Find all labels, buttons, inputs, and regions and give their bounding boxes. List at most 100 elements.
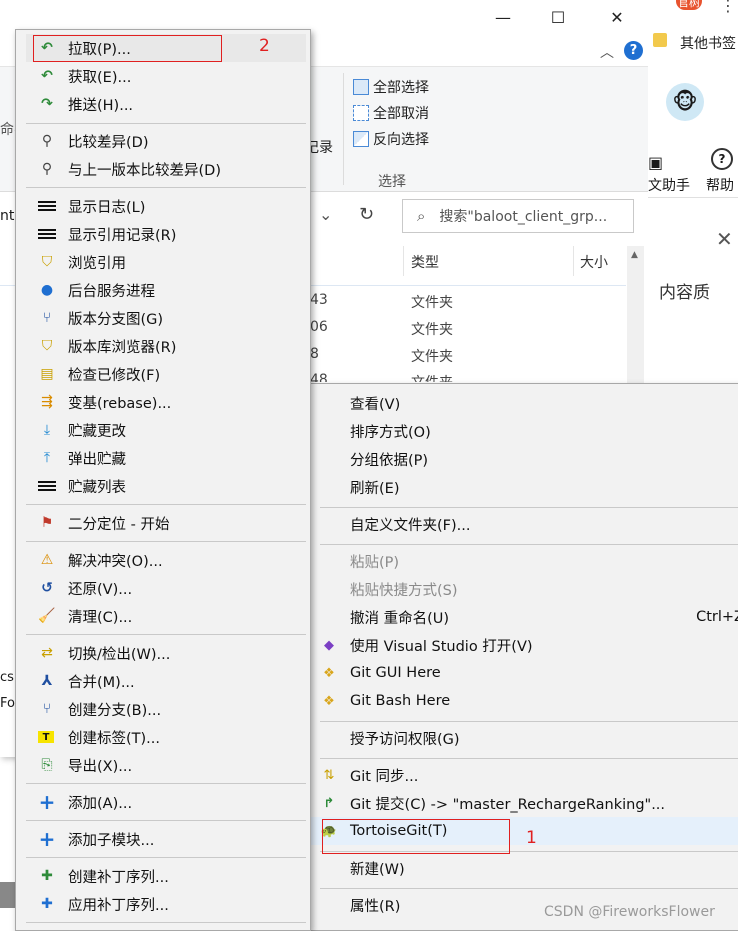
maximize-button[interactable]: ☐ <box>535 0 581 34</box>
file-row-3-name[interactable]: 48 <box>310 372 328 382</box>
menu-item-git-bash[interactable]: ❖ Git Bash Here <box>320 687 738 715</box>
menu-item-git-gui[interactable]: ❖ Git GUI Here <box>320 659 738 687</box>
annotation-box-2 <box>33 35 222 62</box>
collapse-ribbon-icon[interactable]: ︿ <box>600 42 614 62</box>
select-none-button[interactable]: 全部取消 <box>353 103 429 123</box>
menu-item-fetch[interactable]: ↶ 获取(E)... <box>26 62 306 90</box>
menu-item-stash-save[interactable]: ⤓ 贮藏更改 <box>26 416 306 444</box>
search-icon: ⌕ <box>417 207 426 225</box>
tortoisegit-submenu: ↶ 拉取(P)... ↶ 获取(E)... ↷ 推送(H)... ⚲ 比较差异(D) ⚲… <box>15 29 311 931</box>
address-partial: nt <box>0 208 15 224</box>
daemon-icon: ● <box>40 282 54 298</box>
file-row-0-name[interactable]: 43 <box>310 292 328 308</box>
menu-item-customize-folder[interactable]: 自定义文件夹(F)... <box>320 510 738 538</box>
menu-item-stash-list[interactable]: 贮藏列表 <box>26 472 306 500</box>
menu-item-create-tag[interactable]: T 创建标签(T)... <box>26 723 306 751</box>
close-button[interactable]: ✕ <box>594 0 640 34</box>
menu-item-bisect-start[interactable]: ⚑ 二分定位 - 开始 <box>26 509 306 537</box>
git-gui-icon: ❖ <box>323 665 335 681</box>
menu-item-revert[interactable]: ↺ 还原(V)... <box>26 574 306 602</box>
file-row-1-type: 文件夹 <box>411 322 453 338</box>
menu-item-switch-checkout[interactable]: ⇄ 切换/检出(W)... <box>26 639 306 667</box>
help-icon[interactable]: ? <box>624 41 643 60</box>
menu-item-push[interactable]: ↷ 推送(H)... <box>26 90 306 118</box>
file-row-1-name[interactable]: 06 <box>310 319 328 335</box>
menu-item-git-commit[interactable]: ↱ Git 提交(C) -> "master_RechargeRanking"..… <box>320 789 738 817</box>
menu-item-revision-graph[interactable]: ⑂ 版本分支图(G) <box>26 304 306 332</box>
menu-item-daemon[interactable]: ● 后台服务进程 <box>26 276 306 304</box>
menu-item-merge[interactable]: ⅄ 合并(M)... <box>26 667 306 695</box>
apply-patch-icon: ✚ <box>41 896 53 912</box>
menu-item-add-submodule[interactable]: + 添加子模块... <box>26 825 306 853</box>
rebase-icon: ⇶ <box>41 394 53 410</box>
diff-icon: ⚲ <box>41 133 53 149</box>
menu-item-create-branch[interactable]: ⑂ 创建分支(B)... <box>26 695 306 723</box>
watermark: CSDN @FireworksFlower <box>544 904 715 920</box>
menu-item-refresh[interactable]: 刷新(E) <box>320 473 738 501</box>
close-icon[interactable]: ✕ <box>716 227 733 251</box>
file-row-3-type: 文件夹 <box>411 372 453 382</box>
menu-item-add[interactable]: + 添加(A)... <box>26 788 306 816</box>
stash-pop-icon: ⤒ <box>43 450 51 466</box>
annotation-number-2: 2 <box>259 36 270 56</box>
minimize-button[interactable]: — <box>480 0 526 34</box>
menu-item-new[interactable]: 新建(W)〉 <box>320 854 738 882</box>
add-icon: + <box>38 790 56 814</box>
file-row-0-type: 文件夹 <box>411 295 453 311</box>
create-patch-icon: ✚ <box>41 868 53 884</box>
stash-list-icon <box>38 477 56 495</box>
file-row-2-type: 文件夹 <box>411 349 453 365</box>
menu-item-create-patch-serial[interactable]: ✚ 创建补丁序列... <box>26 862 306 890</box>
annotation-box-1 <box>322 819 510 854</box>
push-icon: ↷ <box>41 96 53 112</box>
stash-save-icon: ⤓ <box>43 422 51 438</box>
bookmarks-label[interactable]: 其他书签 <box>680 33 736 53</box>
git-bash-icon: ❖ <box>323 693 335 709</box>
column-header-type[interactable]: 类型 <box>411 252 439 272</box>
menu-item-export[interactable]: ⎘ 导出(X)... <box>26 751 306 779</box>
menu-item-show-reflog[interactable]: 显示引用记录(R) <box>26 220 306 248</box>
menu-item-browse-refs[interactable]: ⛉ 浏览引用 <box>26 248 306 276</box>
menu-item-check-modifications[interactable]: ▤ 检查已修改(F) <box>26 360 306 388</box>
content-quality-label: 内容质 <box>659 283 710 303</box>
assistant-icon[interactable]: ▣ <box>648 153 663 172</box>
more-menu-icon[interactable]: ⋮ <box>720 0 736 15</box>
menu-item-rebase[interactable]: ⇶ 变基(rebase)... <box>26 388 306 416</box>
check-modifications-icon: ▤ <box>40 366 54 382</box>
menu-item-sort-by[interactable]: 排序方式(O)〉 <box>320 417 738 445</box>
help-label[interactable]: 帮助 <box>706 175 734 195</box>
file-row-2-name[interactable]: 8 <box>310 346 319 362</box>
menu-item-resolve[interactable]: ⚠ 解决冲突(O)... <box>26 546 306 574</box>
log-icon <box>38 197 56 215</box>
select-all-button[interactable]: 全部选择 <box>353 77 429 97</box>
chevron-down-icon[interactable]: ⌄ <box>319 205 332 224</box>
help-circle-icon[interactable]: ? <box>711 148 733 170</box>
menu-item-git-sync[interactable]: ⇅ Git 同步... <box>320 761 738 789</box>
refresh-icon[interactable]: ↻ <box>359 204 374 225</box>
menu-item-paste[interactable]: 粘贴(P) <box>320 547 738 575</box>
menu-item-show-log[interactable]: 显示日志(L) <box>26 192 306 220</box>
menu-item-open-visual-studio[interactable]: ◆ 使用 Visual Studio 打开(V) <box>320 631 738 659</box>
menu-item-diff[interactable]: ⚲ 比较差异(D) <box>26 127 306 155</box>
add-submodule-icon: + <box>38 827 56 851</box>
vertical-scrollbar[interactable]: ▲ <box>627 246 644 386</box>
search-input[interactable]: ⌕ 搜索"baloot_client_grp... <box>402 199 634 233</box>
bisect-icon: ⚑ <box>40 515 54 531</box>
menu-item-undo-rename[interactable]: 撤消 重命名(U)Ctrl+Z <box>320 603 738 631</box>
avatar-name-badge[interactable]: 官树 <box>676 0 702 10</box>
menu-item-apply-patch-serial[interactable]: ✚ 应用补丁序列... <box>26 890 306 918</box>
help-assistant-label[interactable]: 文助手 <box>648 175 690 195</box>
reflog-icon <box>38 225 56 243</box>
menu-item-grant-access[interactable]: 授予访问权限(G)〉 <box>320 724 738 752</box>
menu-item-stash-pop[interactable]: ⤒ 弹出贮藏 <box>26 444 306 472</box>
menu-item-repo-browser[interactable]: ⛉ 版本库浏览器(R) <box>26 332 306 360</box>
menu-item-diff-previous[interactable]: ⚲ 与上一版本比较差异(D) <box>26 155 306 183</box>
avatar[interactable]: 🐵 <box>666 83 704 121</box>
menu-item-paste-shortcut[interactable]: 粘贴快捷方式(S) <box>320 575 738 603</box>
browse-refs-icon: ⛉ <box>41 254 53 270</box>
menu-item-view[interactable]: 查看(V)〉 <box>320 389 738 417</box>
menu-item-group-by[interactable]: 分组依据(P)〉 <box>320 445 738 473</box>
invert-selection-button[interactable]: 反向选择 <box>353 129 429 149</box>
column-header-size[interactable]: 大小 <box>580 252 608 272</box>
menu-item-cleanup[interactable]: 🧹 清理(C)... <box>26 602 306 630</box>
